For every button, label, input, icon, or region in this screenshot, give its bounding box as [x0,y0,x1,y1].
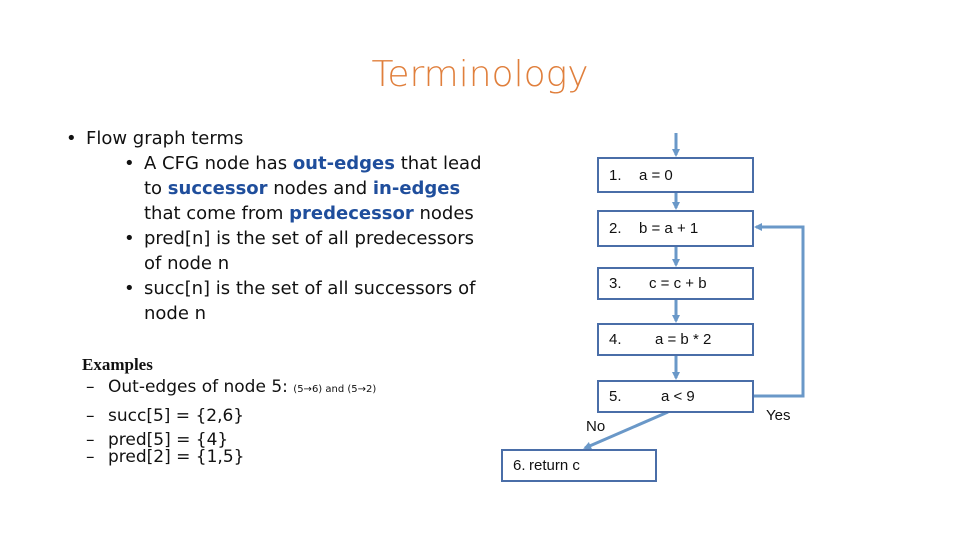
cfg-node-2[interactable]: 2. b = a + 1 [597,210,754,247]
node-number: 5. [609,388,622,405]
cfg-node-6[interactable]: 6. return c [501,449,657,482]
node-statement: a < 9 [661,388,695,405]
node-number: 3. [609,275,622,292]
cfg-node-1[interactable]: 1. a = 0 [597,157,754,193]
edge-label-no: No [586,418,606,435]
node-number: 4. [609,331,622,348]
node-statement: c = c + b [649,275,707,292]
node-statement: return c [529,457,580,474]
node-statement: a = b * 2 [655,331,712,348]
cfg-node-4[interactable]: 4. a = b * 2 [597,323,754,356]
node-number: 2. [609,220,622,237]
node-number: 6. [513,457,526,474]
node-statement: b = a + 1 [639,220,699,237]
edge-label-yes: Yes [766,407,791,424]
cfg-node-5[interactable]: 5. a < 9 [597,380,754,413]
cfg-edges [583,133,805,450]
node-statement: a = 0 [639,166,673,184]
cfg-node-3[interactable]: 3. c = c + b [597,267,754,300]
edge-5-2-yes [753,223,805,398]
node-number: 1. [609,166,622,184]
